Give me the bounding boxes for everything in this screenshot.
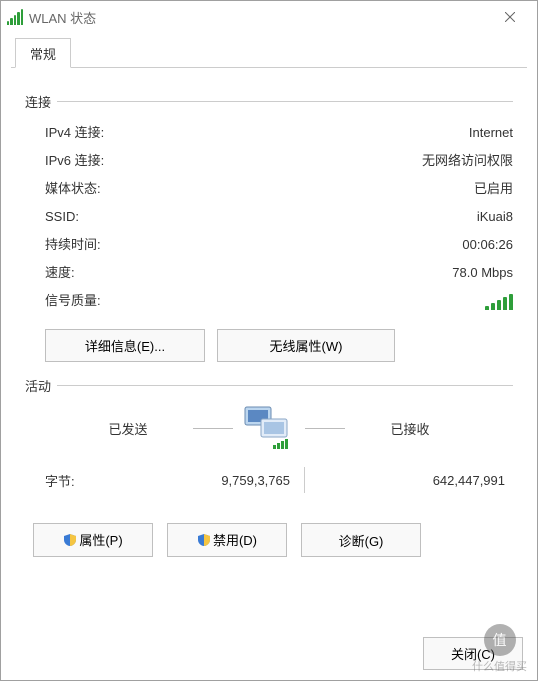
ssid-value: iKuai8 (477, 208, 513, 226)
duration-value: 00:06:26 (462, 236, 513, 254)
sent-label: 已发送 (63, 419, 193, 438)
shield-icon (197, 533, 211, 550)
content-area: 连接 IPv4 连接: Internet IPv6 连接: 无网络访问权限 媒体… (1, 68, 537, 557)
speed-value: 78.0 Mbps (452, 264, 513, 282)
dialog-footer: 关闭(C) (423, 637, 523, 670)
duration-row: 持续时间: 00:06:26 (25, 231, 513, 259)
media-label: 媒体状态: (45, 180, 474, 198)
titlebar: WLAN 状态 (1, 1, 537, 33)
ipv6-label: IPv6 连接: (45, 152, 422, 170)
ipv6-row: IPv6 连接: 无网络访问权限 (25, 147, 513, 175)
duration-label: 持续时间: (45, 236, 462, 254)
ipv4-row: IPv4 连接: Internet (25, 119, 513, 147)
media-value: 已启用 (474, 180, 513, 198)
media-row: 媒体状态: 已启用 (25, 175, 513, 203)
window-title: WLAN 状态 (29, 8, 489, 27)
ssid-label: SSID: (45, 208, 477, 226)
disable-button[interactable]: 禁用(D) (167, 523, 287, 557)
network-activity-icon (233, 405, 305, 451)
activity-buttons: 属性(P) 禁用(D) 诊断(G) (33, 523, 513, 557)
activity-header-label: 活动 (25, 376, 57, 395)
close-button[interactable]: 关闭(C) (423, 637, 523, 670)
connection-section-header: 连接 (25, 92, 513, 111)
details-button[interactable]: 详细信息(E)... (45, 329, 205, 362)
ssid-row: SSID: iKuai8 (25, 203, 513, 231)
window-close-button[interactable] (489, 3, 531, 31)
ipv6-value: 无网络访问权限 (422, 152, 513, 170)
wireless-properties-button[interactable]: 无线属性(W) (217, 329, 395, 362)
speed-label: 速度: (45, 264, 452, 282)
signal-quality-icon (485, 292, 513, 310)
activity-section-header: 活动 (25, 376, 513, 395)
properties-button-label: 属性(P) (79, 533, 122, 548)
activity-diagram: 已发送 已接收 (25, 405, 513, 451)
ipv4-label: IPv4 连接: (45, 124, 469, 142)
bytes-row: 字节: 9,759,3,765 642,447,991 (25, 457, 513, 495)
shield-icon (63, 533, 77, 550)
signal-label: 信号质量: (45, 292, 485, 310)
signal-row: 信号质量: (25, 287, 513, 315)
ipv4-value: Internet (469, 124, 513, 142)
received-bytes: 642,447,991 (305, 473, 513, 488)
diagnose-button[interactable]: 诊断(G) (301, 523, 421, 557)
connection-header-label: 连接 (25, 92, 57, 111)
sent-bytes: 9,759,3,765 (125, 473, 304, 488)
properties-button[interactable]: 属性(P) (33, 523, 153, 557)
wifi-icon (7, 9, 23, 25)
disable-button-label: 禁用(D) (213, 533, 257, 548)
connection-buttons: 详细信息(E)... 无线属性(W) (45, 329, 513, 362)
received-label: 已接收 (345, 419, 475, 438)
bytes-label: 字节: (45, 471, 125, 490)
tab-general[interactable]: 常规 (15, 38, 71, 68)
speed-row: 速度: 78.0 Mbps (25, 259, 513, 287)
tab-strip: 常规 (11, 39, 527, 68)
